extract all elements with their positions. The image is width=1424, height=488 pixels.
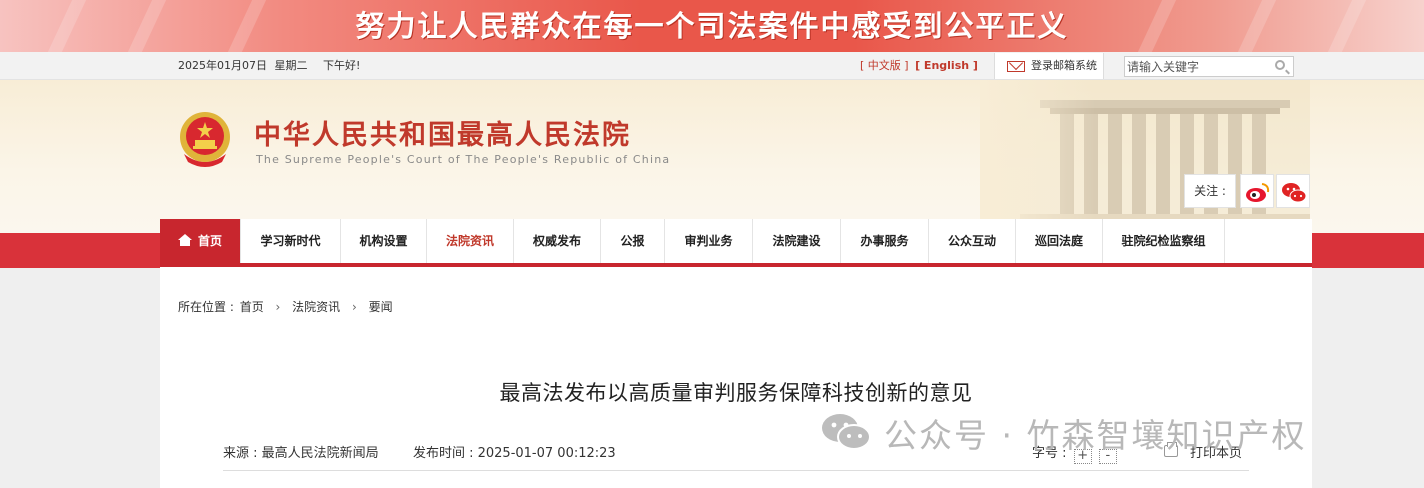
- court-title[interactable]: 中华人民共和国最高人民法院: [254, 113, 631, 152]
- nav-item-home[interactable]: 首页: [160, 219, 241, 263]
- search-box: [1124, 56, 1294, 77]
- search-icon[interactable]: [1275, 60, 1285, 70]
- nav-item-court-building[interactable]: 法院建设: [753, 219, 841, 263]
- nav-item-study[interactable]: 学习新时代: [241, 219, 341, 263]
- nav-item-gazette[interactable]: 公报: [601, 219, 665, 263]
- date-greeting: 2025年01月07日 星期二 下午好!: [178, 52, 364, 80]
- wechat-button[interactable]: [1276, 174, 1310, 208]
- weibo-button[interactable]: [1240, 174, 1274, 208]
- breadcrumb-prefix: 所在位置 :: [178, 300, 234, 314]
- nav-item-organization[interactable]: 机构设置: [341, 219, 427, 263]
- greeting-text: 下午好!: [323, 59, 361, 72]
- mail-icon: [1007, 61, 1025, 72]
- source-label: 来源 :: [223, 446, 258, 461]
- meta-divider: [223, 470, 1249, 471]
- weibo-icon: [1246, 183, 1270, 202]
- publish-time-value: 2025-01-07 00:12:23: [477, 446, 616, 461]
- follow-bar: 关注 :: [1184, 174, 1310, 208]
- wechat-watermark-icon: [822, 414, 871, 450]
- nav-item-services[interactable]: 办事服务: [841, 219, 929, 263]
- language-switcher: [ 中文版 ] [ English ]: [860, 52, 981, 80]
- nav-item-court-news[interactable]: 法院资讯: [427, 219, 514, 263]
- court-building-illustration: [980, 80, 1310, 233]
- court-subtitle: The Supreme People's Court of The People…: [256, 153, 671, 166]
- source-value: 最高人民法院新闻局: [261, 446, 379, 461]
- nav-item-circuit-courts[interactable]: 巡回法庭: [1016, 219, 1103, 263]
- breadcrumb-item-court-news[interactable]: 法院资讯: [292, 300, 340, 314]
- breadcrumb: 所在位置 : 首页 › 法院资讯 › 要闻: [178, 298, 393, 315]
- search-input[interactable]: [1127, 58, 1267, 75]
- lang-chinese-link[interactable]: [ 中文版 ]: [860, 59, 909, 72]
- national-emblem-icon: [180, 112, 230, 167]
- banner-slogan: 努力让人民群众在每一个司法案件中感受到公平正义: [355, 9, 1069, 43]
- main-nav: 首页 学习新时代 机构设置 法院资讯 权威发布 公报 审判业务 法院建设 办事服…: [160, 219, 1312, 263]
- home-icon: [177, 234, 192, 246]
- wechat-icon: [1282, 183, 1307, 203]
- publish-time-label: 发布时间 :: [412, 446, 474, 461]
- breadcrumb-item-home[interactable]: 首页: [240, 300, 264, 314]
- nav-item-trial-business[interactable]: 审判业务: [665, 219, 753, 263]
- article-meta: 来源 : 最高人民法院新闻局 发布时间 : 2025-01-07 00:12:2…: [223, 442, 616, 461]
- breadcrumb-item-headlines[interactable]: 要闻: [369, 300, 393, 314]
- follow-label: 关注 :: [1184, 174, 1236, 208]
- chevron-right-icon: ›: [275, 300, 281, 314]
- mailbox-login-button[interactable]: 登录邮箱系统: [994, 53, 1104, 79]
- current-weekday: 星期二: [274, 59, 308, 72]
- top-banner: 努力让人民群众在每一个司法案件中感受到公平正义: [0, 0, 1424, 52]
- nav-item-public-interaction[interactable]: 公众互动: [929, 219, 1016, 263]
- watermark-text: 公众号 · 竹森智壤知识产权: [884, 416, 1307, 455]
- mailbox-label: 登录邮箱系统: [1031, 59, 1097, 72]
- nav-item-discipline-inspection[interactable]: 驻院纪检监察组: [1103, 219, 1225, 263]
- chevron-right-icon: ›: [352, 300, 357, 314]
- nav-item-releases[interactable]: 权威发布: [514, 219, 601, 263]
- article-title: 最高法发布以高质量审判服务保障科技创新的意见: [499, 381, 973, 405]
- nav-label: 首页: [197, 234, 222, 248]
- current-date: 2025年01月07日: [178, 59, 267, 72]
- lang-english-link[interactable]: [ English ]: [915, 59, 978, 72]
